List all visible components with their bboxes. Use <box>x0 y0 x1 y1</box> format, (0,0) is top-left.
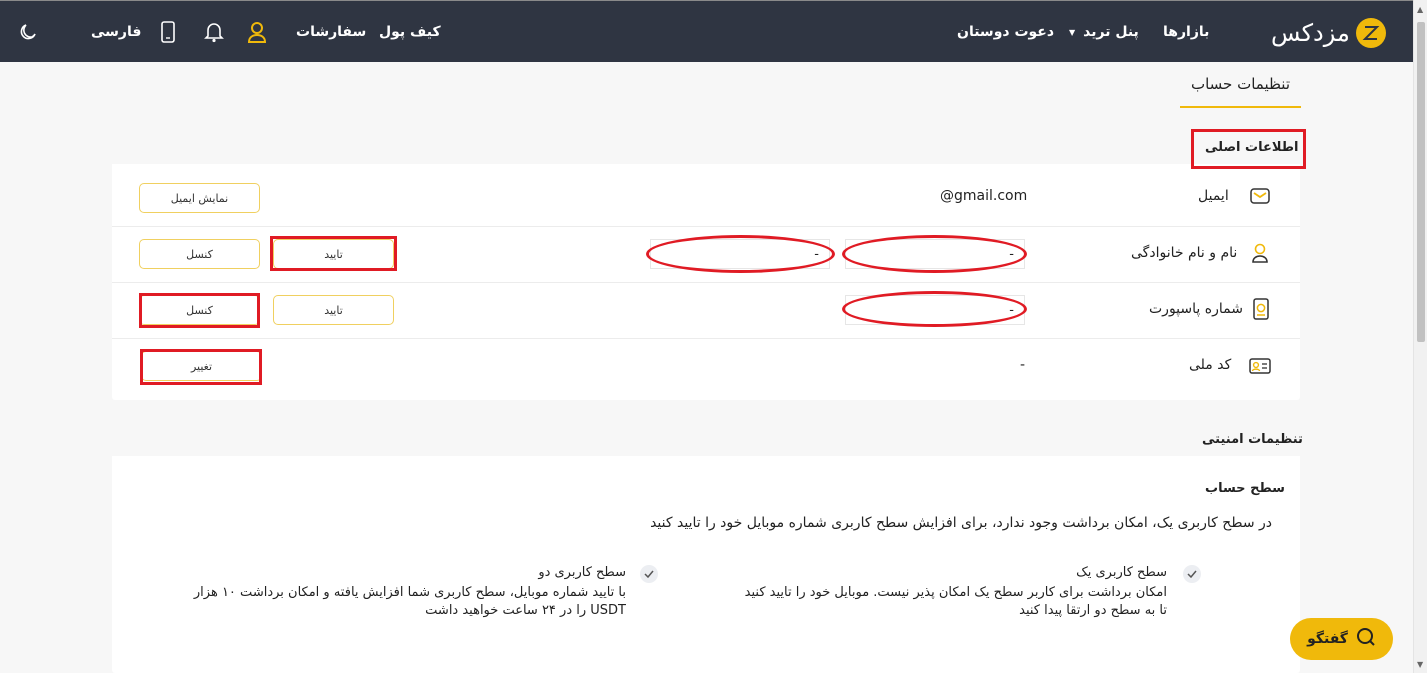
chat-icon <box>1356 627 1376 651</box>
row-divider <box>112 338 1300 339</box>
bell-icon[interactable] <box>204 1 224 63</box>
brand-logo[interactable]: مزدکس <box>1271 15 1386 51</box>
nav-trade-caret: ▼ <box>1069 27 1076 37</box>
nav-language[interactable]: فارسی <box>91 1 141 63</box>
annotation-oval-first-name <box>842 235 1027 273</box>
nav-trade-panel[interactable]: ▼ پنل ترید <box>1069 1 1139 63</box>
level-one-line1: امکان برداشت برای کاربر سطح یک امکان پذی… <box>744 585 1167 600</box>
chat-button[interactable]: گفتگو <box>1290 618 1393 660</box>
level-one-title: سطح کاربری یک <box>1076 565 1167 580</box>
scrollbar-thumb[interactable] <box>1417 22 1425 342</box>
check-icon <box>1183 565 1201 583</box>
user-profile-icon <box>1249 242 1271 264</box>
nav-orders[interactable]: سفارشات <box>296 1 366 63</box>
show-email-button[interactable]: نمایش ایمیل <box>139 183 260 213</box>
email-icon <box>1249 185 1271 207</box>
check-icon <box>640 565 658 583</box>
nav-wallet[interactable]: کیف پول <box>379 1 441 63</box>
tab-account-settings[interactable]: تنظیمات حساب <box>1180 62 1301 108</box>
national-code-value: - <box>1020 357 1026 373</box>
level-two-title: سطح کاربری دو <box>538 565 626 580</box>
annotation-box-change <box>140 349 262 385</box>
nav-trade-label: پنل ترید <box>1083 24 1139 40</box>
annotation-box-name-confirm <box>270 236 397 271</box>
annotation-oval-last-name <box>646 235 835 273</box>
nav-invite[interactable]: دعوت دوستان <box>957 1 1054 63</box>
brand-name: مزدکس <box>1271 19 1350 47</box>
mobile-icon[interactable] <box>160 1 176 63</box>
account-level-title: سطح حساب <box>1205 481 1285 496</box>
moon-icon[interactable] <box>18 1 38 63</box>
email-label: ایمیل <box>1198 188 1229 204</box>
passport-confirm-button[interactable]: تایید <box>273 295 394 325</box>
chat-label: گفتگو <box>1307 631 1348 647</box>
scroll-down-icon[interactable]: ▼ <box>1417 660 1423 669</box>
id-card-icon <box>1249 355 1271 377</box>
row-divider <box>112 226 1300 227</box>
scroll-up-icon[interactable]: ▲ <box>1417 5 1423 14</box>
page-scrollbar[interactable]: ▲ ▼ <box>1413 0 1427 673</box>
account-level-description: در سطح کاربری یک، امکان برداشت وجود ندار… <box>650 515 1272 531</box>
level-one-line2: تا به سطح دو ارتقا پیدا کنید <box>1019 603 1167 618</box>
passport-label: شماره پاسپورت <box>1149 301 1243 317</box>
logo-icon <box>1355 18 1386 48</box>
level-two-line1: با تایید شماره موبایل، سطح کاربری شما اف… <box>193 585 626 600</box>
annotation-box-passport-cancel <box>139 293 260 328</box>
annotation-oval-passport <box>842 291 1027 327</box>
nav-markets[interactable]: بازارها <box>1163 1 1209 63</box>
annotation-box-title <box>1191 129 1306 169</box>
top-navbar: مزدکس بازارها ▼ پنل ترید دعوت دوستان کیف… <box>0 0 1413 62</box>
security-card <box>112 424 1300 673</box>
main-info-header <box>112 132 1300 164</box>
name-cancel-button[interactable]: کنسل <box>139 239 260 269</box>
passport-icon <box>1250 298 1272 320</box>
national-code-label: کد ملی <box>1189 357 1232 373</box>
email-value: @gmail.com <box>940 188 1028 204</box>
level-two-line2: USDT را در ۲۴ ساعت خواهید داشت <box>425 603 626 618</box>
row-divider <box>112 282 1300 283</box>
user-icon[interactable] <box>247 1 267 63</box>
security-header <box>112 424 1300 456</box>
security-title: تنظیمات امنیتی <box>1202 432 1303 447</box>
name-label: نام و نام خانوادگی <box>1131 245 1238 261</box>
